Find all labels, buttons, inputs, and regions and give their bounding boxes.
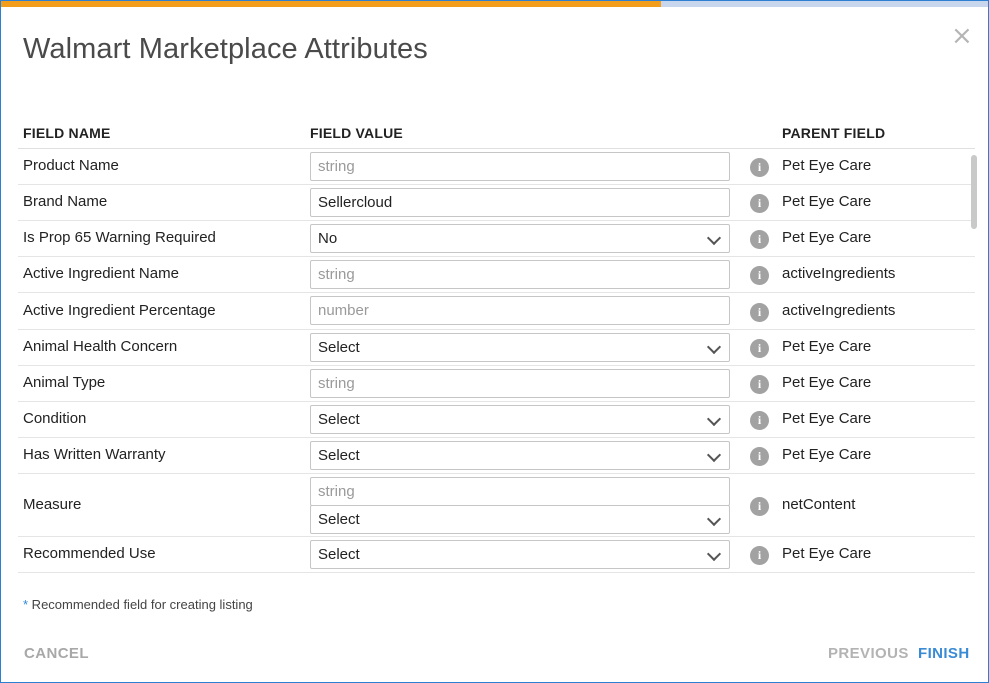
field-name-label: Product Name <box>23 157 119 174</box>
table-row: Animal Health Concern Select i Pet Eye Care <box>18 330 975 366</box>
select-value: Select <box>318 511 360 528</box>
header-field-value: FIELD VALUE <box>310 125 403 141</box>
input-placeholder: string <box>318 483 355 500</box>
info-icon[interactable]: i <box>750 303 769 322</box>
wizard-progress-bar <box>1 1 988 7</box>
input-placeholder: string <box>318 266 355 283</box>
parent-field-label: Pet Eye Care <box>782 374 872 391</box>
chevron-down-icon <box>706 411 722 427</box>
field-value-select[interactable]: Select <box>310 333 730 362</box>
field-unit-select[interactable]: Select <box>310 505 730 534</box>
header-parent-field: PARENT FIELD <box>782 125 886 141</box>
parent-field-label: Pet Eye Care <box>782 338 872 355</box>
field-value-select[interactable]: Select <box>310 540 730 569</box>
parent-field-label: Pet Eye Care <box>782 193 872 210</box>
field-name-label: Active Ingredient Name <box>23 265 179 282</box>
select-value: Select <box>318 447 360 464</box>
info-icon[interactable]: i <box>750 230 769 249</box>
chevron-down-icon <box>706 511 722 527</box>
field-value-select[interactable]: Select <box>310 441 730 470</box>
chevron-down-icon <box>706 339 722 355</box>
field-name-label: Brand Name <box>23 193 108 210</box>
table-row: Has Written Warranty Select i Pet Eye Care <box>18 438 975 474</box>
parent-field-label: activeIngredients <box>782 302 896 319</box>
field-value-input[interactable]: string <box>310 477 730 506</box>
table-row: Measure string Select i netContent <box>18 474 975 537</box>
field-name-label: Is Prop 65 Warning Required <box>23 229 216 246</box>
attributes-dialog: × Walmart Marketplace Attributes FIELD N… <box>0 0 989 683</box>
field-name-label: Condition <box>23 410 87 427</box>
previous-button[interactable]: PREVIOUS <box>828 645 909 662</box>
recommended-note-text: Recommended field for creating listing <box>28 597 253 612</box>
select-value: No <box>318 230 338 247</box>
field-value-select[interactable]: Select <box>310 405 730 434</box>
table-header: FIELD NAME FIELD VALUE PARENT FIELD <box>18 121 975 149</box>
input-value: Sellercloud <box>318 194 393 211</box>
parent-field-label: Pet Eye Care <box>782 157 872 174</box>
table-row: Condition Select i Pet Eye Care <box>18 402 975 438</box>
info-icon[interactable]: i <box>750 266 769 285</box>
table-row: Recommended Use Select i Pet Eye Care <box>18 537 975 573</box>
info-icon[interactable]: i <box>750 497 769 516</box>
info-icon[interactable]: i <box>750 447 769 466</box>
close-icon[interactable]: × <box>951 23 973 49</box>
table-row: Is Prop 65 Warning Required No i Pet Eye Ca… <box>18 221 975 257</box>
info-icon[interactable]: i <box>750 411 769 430</box>
field-value-input[interactable]: Sellercloud <box>310 188 730 217</box>
field-name-label: Has Written Warranty <box>23 446 166 463</box>
field-value-input[interactable]: string <box>310 369 730 398</box>
chevron-down-icon <box>706 447 722 463</box>
select-value: Select <box>318 411 360 428</box>
cancel-button[interactable]: CANCEL <box>24 645 89 662</box>
field-value-input[interactable]: string <box>310 260 730 289</box>
parent-field-label: activeIngredients <box>782 265 896 282</box>
chevron-down-icon <box>706 230 722 246</box>
header-field-name: FIELD NAME <box>23 125 111 141</box>
table-row: Brand Name Sellercloud i Pet Eye Care <box>18 185 975 221</box>
parent-field-label: Pet Eye Care <box>782 410 872 427</box>
parent-field-label: Pet Eye Care <box>782 446 872 463</box>
parent-field-label: Pet Eye Care <box>782 545 872 562</box>
field-name-label: Measure <box>23 496 82 513</box>
chevron-down-icon <box>706 546 722 562</box>
field-value-select[interactable]: No <box>310 224 730 253</box>
input-placeholder: string <box>318 158 355 175</box>
field-value-input[interactable]: number <box>310 296 730 325</box>
field-name-label: Animal Type <box>23 374 106 391</box>
field-name-label: Active Ingredient Percentage <box>23 302 216 319</box>
info-icon[interactable]: i <box>750 375 769 394</box>
attributes-table-body: Product Name string i Pet Eye Care Brand Nam… <box>18 149 975 573</box>
input-placeholder: string <box>318 375 355 392</box>
table-row: Active Ingredient Percentage number i activ… <box>18 293 975 330</box>
field-name-label: Recommended Use <box>23 545 156 562</box>
table-row: Active Ingredient Name string i activeIngre… <box>18 257 975 293</box>
finish-button[interactable]: FINISH <box>918 645 970 662</box>
info-icon[interactable]: i <box>750 194 769 213</box>
field-value-input[interactable]: string <box>310 152 730 181</box>
input-placeholder: number <box>318 302 369 319</box>
dialog-title: Walmart Marketplace Attributes <box>23 33 428 65</box>
field-name-label: Animal Health Concern <box>23 338 178 355</box>
table-scrollbar[interactable] <box>971 155 977 229</box>
table-row: Animal Type string i Pet Eye Care <box>18 366 975 402</box>
info-icon[interactable]: i <box>750 339 769 358</box>
select-value: Select <box>318 546 360 563</box>
info-icon[interactable]: i <box>750 546 769 565</box>
select-value: Select <box>318 339 360 356</box>
parent-field-label: netContent <box>782 496 856 513</box>
table-row: Product Name string i Pet Eye Care <box>18 149 975 185</box>
wizard-progress-fill <box>1 1 661 7</box>
parent-field-label: Pet Eye Care <box>782 229 872 246</box>
info-icon[interactable]: i <box>750 158 769 177</box>
recommended-note: * Recommended field for creating listing <box>23 597 253 612</box>
